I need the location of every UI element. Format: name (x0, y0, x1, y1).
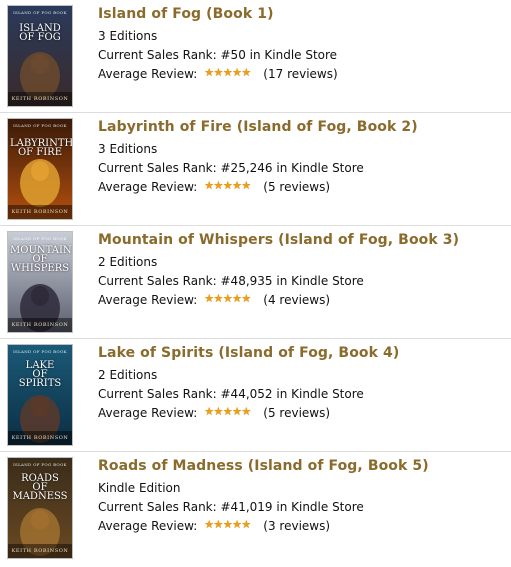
star-rating-icon[interactable]: ★★★★★ ★★★★★ (204, 66, 255, 79)
review-count-link[interactable]: (3 reviews) (263, 519, 330, 533)
sales-rank-value: #25,246 in Kindle Store (220, 161, 364, 175)
sales-rank-label: Current Sales Rank: (98, 387, 217, 401)
sales-rank: Current Sales Rank: #48,935 in Kindle St… (98, 274, 364, 288)
cover-author-text: Keith Robinson (11, 548, 69, 554)
star-rating-icon[interactable]: ★★★★★ ★★★★★ (204, 179, 255, 192)
average-review-label: Average Review: (98, 293, 198, 307)
average-review: Average Review: ★★★★★ ★★★★★ (3 reviews) (98, 518, 330, 533)
cover-title-text: LAKE OF SPIRITS (18, 360, 62, 389)
sales-rank-label: Current Sales Rank: (98, 274, 217, 288)
book-row: Island of Fog Book MOUNTAIN OF WHISPERS … (0, 228, 511, 341)
book-row: Island of Fog Book LABYRINTH OF FIRE Kei… (0, 115, 511, 228)
book-cover[interactable]: Island of Fog Book LABYRINTH OF FIRE Kei… (8, 119, 72, 219)
cover-title-text: LABYRINTH OF FIRE (10, 138, 72, 158)
sales-rank-label: Current Sales Rank: (98, 161, 217, 175)
sales-rank-value: #41,019 in Kindle Store (220, 500, 364, 514)
book-title-link[interactable]: Lake of Spirits (Island of Fog, Book 4) (98, 345, 399, 361)
book-row: Island of Fog Book ROADS OF MADNESS Keit… (0, 454, 511, 567)
cover-title-text: ISLAND OF FOG (19, 23, 61, 43)
book-title-link[interactable]: Labyrinth of Fire (Island of Fog, Book 2… (98, 119, 418, 135)
sales-rank-label: Current Sales Rank: (98, 500, 217, 514)
review-count-link[interactable]: (17 reviews) (263, 67, 337, 81)
average-review: Average Review: ★★★★★ ★★★★★ (4 reviews) (98, 292, 330, 307)
sales-rank-value: #48,935 in Kindle Store (220, 274, 364, 288)
book-cover[interactable]: Island of Fog Book MOUNTAIN OF WHISPERS … (8, 232, 72, 332)
editions-text: Kindle Edition (98, 481, 181, 495)
cover-title-text: ROADS OF MADNESS (12, 473, 68, 502)
sales-rank-value: #50 in Kindle Store (220, 48, 338, 62)
sales-rank: Current Sales Rank: #50 in Kindle Store (98, 48, 337, 62)
book-row: Island of Fog Book LAKE OF SPIRITS Keith… (0, 341, 511, 454)
cover-art (8, 119, 72, 219)
cover-author-text: Keith Robinson (11, 96, 69, 102)
cover-author-text: Keith Robinson (11, 435, 69, 441)
sales-rank: Current Sales Rank: #41,019 in Kindle St… (98, 500, 364, 514)
editions-text: 3 Editions (98, 142, 158, 156)
average-review: Average Review: ★★★★★ ★★★★★ (5 reviews) (98, 405, 330, 420)
cover-series-text: Island of Fog Book (13, 349, 67, 354)
average-review-label: Average Review: (98, 67, 198, 81)
average-review-label: Average Review: (98, 519, 198, 533)
star-rating-icon[interactable]: ★★★★★ ★★★★★ (204, 292, 255, 305)
book-cover[interactable]: Island of Fog Book LAKE OF SPIRITS Keith… (8, 345, 72, 445)
sales-rank-value: #44,052 in Kindle Store (220, 387, 364, 401)
sales-rank-label: Current Sales Rank: (98, 48, 217, 62)
row-separator (0, 225, 511, 226)
row-separator (0, 112, 511, 113)
cover-series-text: Island of Fog Book (13, 123, 67, 128)
cover-series-text: Island of Fog Book (13, 236, 67, 241)
review-count-link[interactable]: (5 reviews) (263, 180, 330, 194)
sales-rank: Current Sales Rank: #44,052 in Kindle St… (98, 387, 364, 401)
star-rating-icon[interactable]: ★★★★★ ★★★★★ (204, 518, 255, 531)
cover-series-text: Island of Fog Book (13, 10, 67, 15)
cover-author-text: Keith Robinson (11, 209, 69, 215)
book-cover[interactable]: Island of Fog Book ROADS OF MADNESS Keit… (8, 458, 72, 558)
sales-rank: Current Sales Rank: #25,246 in Kindle St… (98, 161, 364, 175)
row-separator (0, 338, 511, 339)
cover-title-text: MOUNTAIN OF WHISPERS (10, 245, 72, 274)
review-count-link[interactable]: (5 reviews) (263, 406, 330, 420)
average-review: Average Review: ★★★★★ ★★★★★ (5 reviews) (98, 179, 330, 194)
book-title-link[interactable]: Island of Fog (Book 1) (98, 6, 274, 22)
editions-text: 3 Editions (98, 29, 158, 43)
average-review: Average Review: ★★★★★ ★★★★★ (17 reviews) (98, 66, 338, 81)
book-cover[interactable]: Island of Fog Book ISLAND OF FOG Keith R… (8, 6, 72, 106)
cover-series-text: Island of Fog Book (13, 462, 67, 467)
star-rating-icon[interactable]: ★★★★★ ★★★★★ (204, 405, 255, 418)
cover-art (8, 6, 72, 106)
cover-author-text: Keith Robinson (11, 322, 69, 328)
row-separator (0, 451, 511, 452)
review-count-link[interactable]: (4 reviews) (263, 293, 330, 307)
book-row: Island of Fog Book ISLAND OF FOG Keith R… (0, 2, 511, 115)
book-title-link[interactable]: Mountain of Whispers (Island of Fog, Boo… (98, 232, 459, 248)
editions-text: 2 Editions (98, 368, 158, 382)
average-review-label: Average Review: (98, 180, 198, 194)
average-review-label: Average Review: (98, 406, 198, 420)
editions-text: 2 Editions (98, 255, 158, 269)
book-title-link[interactable]: Roads of Madness (Island of Fog, Book 5) (98, 458, 429, 474)
